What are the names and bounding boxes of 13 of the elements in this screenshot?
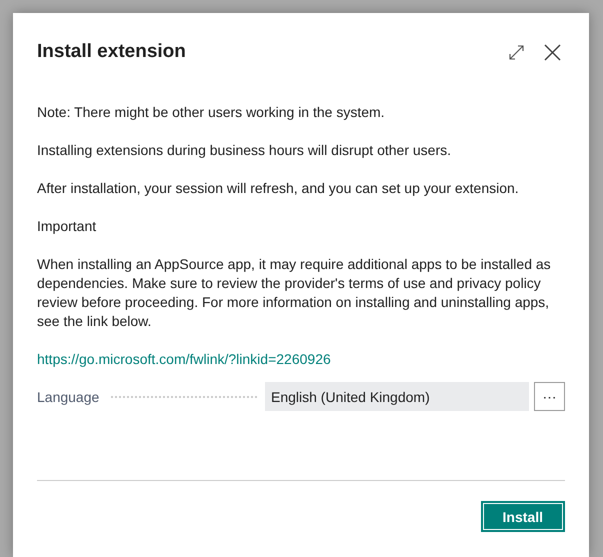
language-field[interactable]: English (United Kingdom) <box>265 382 529 411</box>
paragraph: Important <box>37 217 98 236</box>
link[interactable]: https://go.microsoft.com/fwlink/?linkid=2260926 <box>37 351 331 367</box>
paragraph: Installing extensions during business hours will disrupt other users. <box>37 141 452 160</box>
dialog-title: Install extension <box>37 41 186 63</box>
expand-icon[interactable] <box>509 44 524 60</box>
paragraph: Note: There might be other users working in the system. <box>37 103 386 122</box>
lookup-button[interactable]: ⋯ <box>534 382 565 411</box>
close-icon[interactable] <box>544 44 561 60</box>
install-button[interactable]: Install <box>480 501 565 532</box>
field-label: Language <box>37 388 100 404</box>
paragraph: After installation, your session will refresh, and you can set up your extension. <box>37 179 520 198</box>
paragraph: When installing an AppSource app, it may require additional apps to be installed as dependencies. Make sure to review the provider's terms of use and privacy policy review before proceeding. For more information on installing and uninstalling apps, see the link below. <box>37 255 552 331</box>
